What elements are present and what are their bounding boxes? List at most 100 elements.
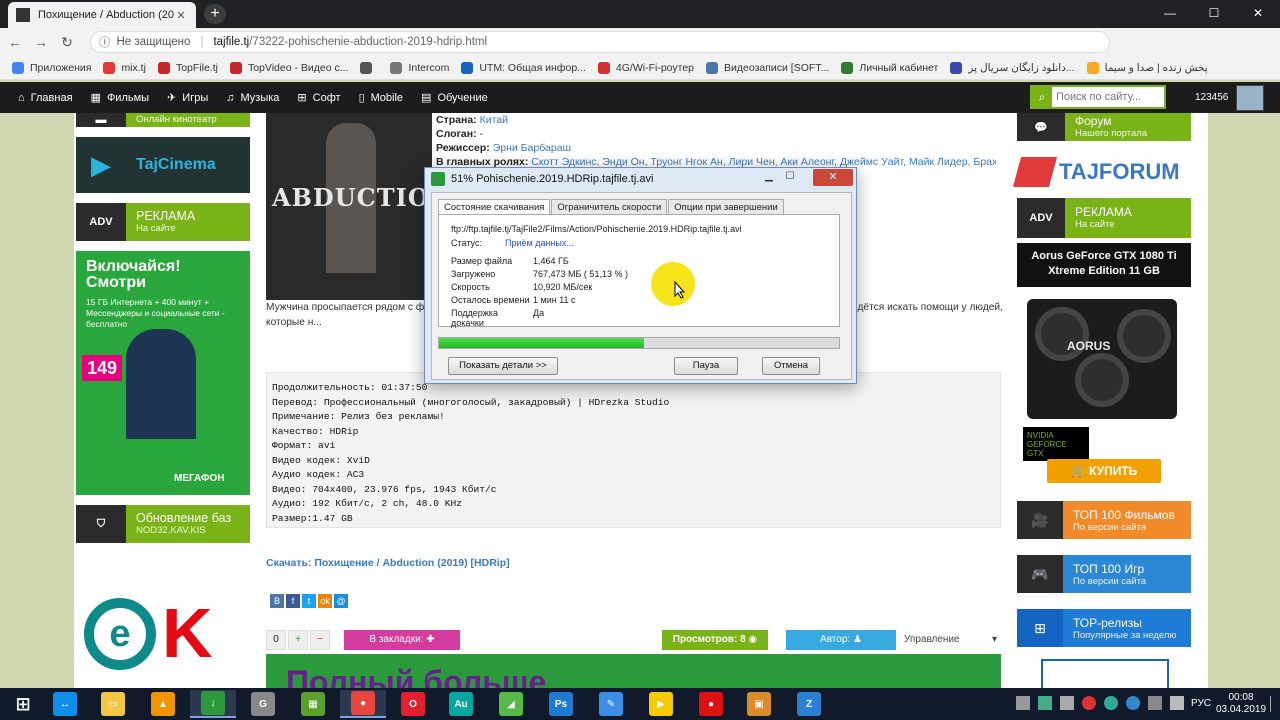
movie-poster[interactable]: ABDUCTION bbox=[266, 113, 432, 300]
nav-item[interactable]: ▯ Mobile bbox=[359, 91, 403, 105]
share-icon[interactable]: ok bbox=[318, 594, 332, 608]
top-releases-block[interactable]: ⊞ ТОР-релизы Популярные за неделю bbox=[1017, 609, 1191, 647]
tray-app-icon[interactable] bbox=[1060, 696, 1074, 710]
show-details-button[interactable]: Показать детали >> bbox=[448, 357, 558, 375]
volume-icon[interactable] bbox=[1170, 696, 1184, 710]
bookmark-item[interactable]: Intercom bbox=[390, 61, 449, 74]
nav-item[interactable]: ▦ Фильмы bbox=[91, 91, 150, 105]
buy-button[interactable]: 🛒 КУПИТЬ bbox=[1047, 459, 1161, 483]
megafon-promo-banner[interactable]: Включайся! Смотри 15 ГБ Интернета + 400 … bbox=[76, 251, 250, 495]
share-icon[interactable]: @ bbox=[334, 594, 348, 608]
bookmark-item[interactable]: mix.tj bbox=[103, 61, 146, 74]
bookmark-item[interactable] bbox=[360, 61, 378, 74]
top-movies-block[interactable]: 🎥 ТОП 100 Фильмов По версии сайта bbox=[1017, 501, 1191, 539]
gta-taskbar-button[interactable]: G bbox=[240, 690, 286, 718]
avatar[interactable] bbox=[1236, 85, 1264, 111]
download-manager-taskbar-button[interactable]: ↓ bbox=[190, 690, 236, 718]
bottom-ad-banner[interactable]: Полный больше bbox=[266, 654, 1001, 688]
bookmark-button[interactable]: В закладки: ✚ bbox=[344, 630, 460, 650]
audition-taskbar-button[interactable]: Au bbox=[438, 690, 484, 718]
bookmark-item[interactable]: UTM: Общая инфор... bbox=[461, 61, 586, 74]
antivirus-update-block[interactable]: ⛉ Обновление баз NOD32,KAV,KIS bbox=[76, 505, 250, 543]
bookmark-item[interactable]: 4G/Wi-Fi-роутер bbox=[597, 61, 694, 74]
pause-button[interactable]: Пауза bbox=[674, 357, 738, 375]
tajforum-logo[interactable]: TAJFORUM bbox=[1012, 151, 1191, 193]
photoshop-taskbar-button[interactable]: Ps bbox=[538, 690, 584, 718]
forward-icon[interactable]: → bbox=[30, 34, 52, 50]
bookmark-item[interactable]: Видеозаписи [SOFT... bbox=[706, 61, 829, 74]
bookmark-item[interactable]: Приложения bbox=[12, 61, 91, 74]
dialog-tab[interactable]: Ограничитель скорости bbox=[551, 199, 668, 214]
adv-block-left[interactable]: ADV РЕКЛАМА На сайте bbox=[76, 203, 250, 241]
author-badge[interactable]: Автор: ♟ bbox=[786, 630, 896, 650]
editor-taskbar-button[interactable]: ✎ bbox=[588, 690, 634, 718]
browser-tab[interactable]: Похищение / Abduction (2019) | ... ✕ bbox=[8, 2, 196, 28]
cancel-button[interactable]: Отмена bbox=[762, 357, 820, 375]
corel-taskbar-button[interactable]: ◢ bbox=[488, 690, 534, 718]
dialog-tab[interactable]: Состояние скачивания bbox=[438, 199, 551, 214]
minimize-window-icon[interactable]: — bbox=[1148, 0, 1192, 28]
clock[interactable]: 00:08 03.04.2019 bbox=[1216, 692, 1266, 716]
close-window-icon[interactable]: ✕ bbox=[1236, 0, 1280, 28]
bookmark-item[interactable]: TopVideo - Видео с... bbox=[229, 61, 348, 74]
bookmark-item[interactable]: دانلود زایگان سریال پر... bbox=[950, 61, 1075, 74]
tray-app-icon[interactable] bbox=[1126, 696, 1140, 710]
tab-close-icon[interactable]: ✕ bbox=[174, 9, 188, 22]
search-input[interactable] bbox=[1052, 91, 1160, 103]
dialog-tab[interactable]: Опции при завершении bbox=[668, 199, 784, 214]
nav-item[interactable]: ✈ Игры bbox=[167, 91, 208, 105]
nav-item[interactable]: ▤ Обучение bbox=[421, 91, 488, 105]
share-icon[interactable]: В bbox=[270, 594, 284, 608]
nav-item[interactable]: ⊞ Софт bbox=[297, 91, 340, 105]
rate-plus-icon[interactable]: + bbox=[288, 630, 308, 650]
calculator-taskbar-button[interactable]: ▦ bbox=[290, 690, 336, 718]
forum-block[interactable]: 💬 Форум Нашего портала bbox=[1017, 113, 1191, 141]
language-indicator[interactable]: РУС bbox=[1191, 698, 1211, 709]
bookmark-item[interactable]: پخش زنده | صدا و سیما bbox=[1086, 61, 1208, 74]
show-desktop-button[interactable] bbox=[1270, 696, 1278, 712]
adv-block-right[interactable]: ADV РЕКЛАМА На сайте bbox=[1017, 198, 1191, 238]
aorus-gpu-banner[interactable]: Aorus GeForce GTX 1080 Ti Xtreme Edition… bbox=[1017, 243, 1191, 493]
username[interactable]: 123456 bbox=[1195, 92, 1228, 103]
nav-item[interactable]: ⌂ Главная bbox=[18, 92, 73, 104]
tajcinema-banner[interactable]: ▶ TajCinema bbox=[76, 137, 250, 193]
maximize-icon[interactable]: ☐ bbox=[781, 171, 799, 185]
top-games-block[interactable]: 🎮 ТОП 100 Игр По версии сайта bbox=[1017, 555, 1191, 593]
download-link[interactable]: Скачать: Похищение / Abduction (2019) [H… bbox=[266, 557, 510, 569]
reload-icon[interactable]: ↻ bbox=[56, 34, 78, 51]
app-taskbar-button[interactable]: Z bbox=[786, 690, 832, 718]
box-taskbar-button[interactable]: ▣ bbox=[736, 690, 782, 718]
director-link[interactable]: Эрни Барбараш bbox=[493, 142, 571, 154]
tray-app-icon[interactable] bbox=[1104, 696, 1118, 710]
new-tab-button[interactable]: + bbox=[204, 4, 226, 24]
maximize-window-icon[interactable]: ☐ bbox=[1192, 0, 1236, 28]
nav-item[interactable]: ♫ Музыка bbox=[226, 92, 279, 104]
url-field[interactable]: ⓘ Не защищено | tajfile.tj /73222-pohisc… bbox=[90, 31, 1110, 53]
recorder-taskbar-button[interactable]: ● bbox=[688, 690, 734, 718]
file-explorer-taskbar-button[interactable]: ▭ bbox=[90, 690, 136, 718]
back-icon[interactable]: ← bbox=[4, 34, 26, 50]
bookmark-item[interactable]: Личный кабинет bbox=[841, 61, 938, 74]
network-icon[interactable] bbox=[1148, 696, 1162, 710]
teamviewer-taskbar-button[interactable]: ↔ bbox=[42, 690, 88, 718]
pixel-player-taskbar-button[interactable]: ▶ bbox=[638, 690, 684, 718]
dialog-close-icon[interactable]: ✕ bbox=[813, 169, 853, 186]
avast-taskbar-button[interactable]: ▲ bbox=[140, 690, 186, 718]
opera-taskbar-button[interactable]: O bbox=[390, 690, 436, 718]
tray-app-icon[interactable] bbox=[1082, 696, 1096, 710]
chrome-taskbar-button[interactable]: ● bbox=[340, 690, 386, 718]
search-icon[interactable]: ⌕ bbox=[1032, 87, 1052, 107]
keyboard-icon[interactable] bbox=[1016, 696, 1030, 710]
share-icon[interactable]: t bbox=[302, 594, 316, 608]
online-cinema-block[interactable]: ▬ Онлайн кинотеатр bbox=[76, 113, 250, 127]
windows-start-taskbar-button[interactable]: ⊞ bbox=[0, 690, 46, 718]
minimize-icon[interactable]: ▁ bbox=[760, 171, 778, 185]
eset-kaspersky-logos[interactable]: e K bbox=[84, 598, 244, 678]
tray-app-icon[interactable] bbox=[1038, 696, 1052, 710]
rate-minus-icon[interactable]: − bbox=[310, 630, 330, 650]
bookmark-item[interactable]: TopFile.tj bbox=[157, 61, 218, 74]
site-search[interactable]: ⌕ bbox=[1030, 85, 1166, 109]
share-icon[interactable]: f bbox=[286, 594, 300, 608]
country-link[interactable]: Китай bbox=[480, 114, 508, 126]
manage-dropdown[interactable]: Управление ▾ bbox=[904, 630, 1001, 650]
